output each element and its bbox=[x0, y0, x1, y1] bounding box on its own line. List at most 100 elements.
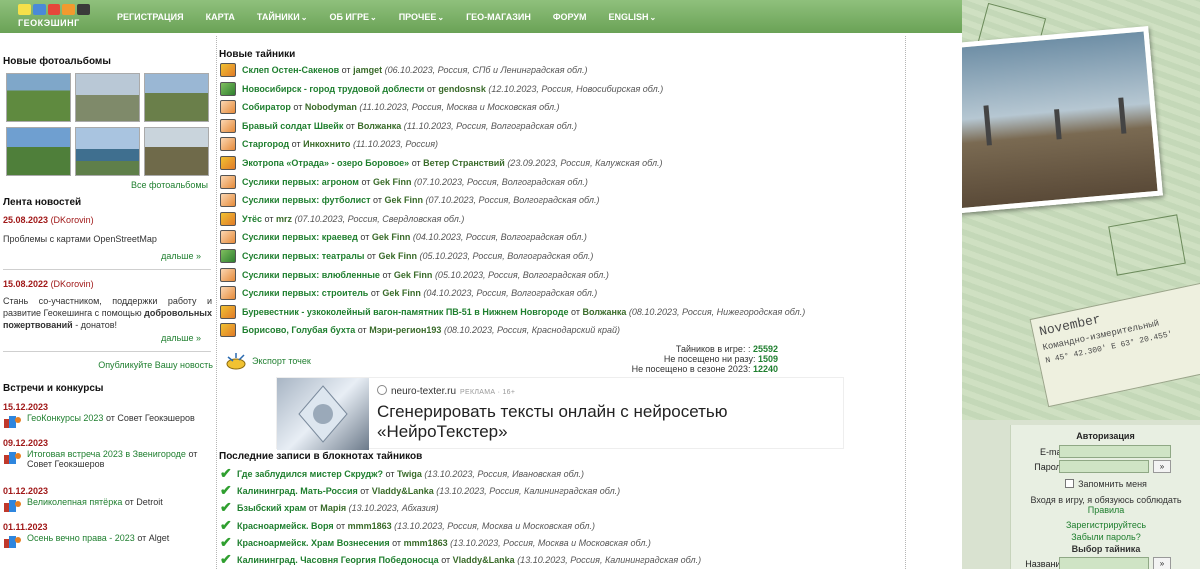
cache-row: Бравый солдат Швейк от Волжанка (11.10.2… bbox=[219, 118, 899, 135]
password-field[interactable] bbox=[1059, 460, 1149, 473]
cache-name-link[interactable]: Борисово, Голубая бухта bbox=[242, 325, 355, 335]
album-thumbnail[interactable] bbox=[144, 73, 209, 122]
stat-value[interactable]: 1509 bbox=[758, 354, 778, 364]
cache-name-link[interactable]: Бравый солдат Швейк bbox=[242, 121, 343, 131]
site-logo[interactable]: ГЕОКЭШИНГ bbox=[18, 4, 90, 30]
log-line: Где заблудился мистер Скрудж? от Twiga (… bbox=[237, 469, 584, 479]
register-link[interactable]: Зарегистрируйтесь bbox=[1011, 520, 1200, 530]
nav-item[interactable]: ОБ ИГРЕ⌄ bbox=[329, 12, 376, 22]
nav-item[interactable]: ТАЙНИКИ⌄ bbox=[257, 12, 308, 22]
cache-name-input[interactable] bbox=[1059, 557, 1149, 569]
album-thumbnail[interactable] bbox=[75, 73, 140, 122]
log-author-link[interactable]: Марiя bbox=[320, 503, 346, 513]
nav-item[interactable]: ПРОЧЕЕ⌄ bbox=[399, 12, 444, 22]
cache-author-link[interactable]: Gek Finn bbox=[373, 177, 412, 187]
stat-label: Не посещено ни разу: bbox=[663, 354, 756, 364]
publish-news-link[interactable]: Опубликуйте Вашу новость bbox=[3, 360, 213, 370]
event-name-link[interactable]: Великолепная пятёрка bbox=[27, 497, 122, 507]
cache-name-link[interactable]: Собиратор bbox=[242, 102, 291, 112]
photo-tower bbox=[1118, 97, 1127, 134]
album-thumbnail[interactable] bbox=[144, 127, 209, 176]
cache-name-link[interactable]: Склеп Остен-Сакенов bbox=[242, 65, 339, 75]
nav-item[interactable]: РЕГИСТРАЦИЯ bbox=[117, 12, 184, 22]
forgot-password-link[interactable]: Забыли пароль? bbox=[1011, 532, 1200, 542]
cache-author-link[interactable]: Мэри-регион193 bbox=[369, 325, 441, 335]
stat-value[interactable]: 25592 bbox=[753, 344, 778, 354]
event-name-link[interactable]: Итоговая встреча 2023 в Звенигороде bbox=[27, 449, 186, 459]
cache-by: от bbox=[382, 269, 392, 280]
log-cache-link[interactable]: Калининград. Мать-Россия bbox=[237, 486, 358, 496]
cache-author-link[interactable]: jamget bbox=[353, 65, 382, 75]
news-author[interactable]: (DKorovin) bbox=[51, 279, 94, 289]
cache-row: Старгород от Инкохнито (11.10.2023, Росс… bbox=[219, 136, 899, 153]
cache-name-link[interactable]: Старгород bbox=[242, 139, 289, 149]
main-nav: РЕГИСТРАЦИЯ КАРТА ТАЙНИКИ⌄ ОБ ИГРЕ⌄ ПРОЧЕЕ⌄ Г… bbox=[106, 0, 667, 33]
cache-author-link[interactable]: Инкохнито bbox=[303, 139, 350, 149]
cache-name-link[interactable]: Суслики первых: строитель bbox=[242, 288, 368, 298]
log-author-link[interactable]: Vladdy&Lanka bbox=[372, 486, 434, 496]
log-row: ✔ Бзыбский храм от Марiя (13.10.2023, Абх… bbox=[219, 500, 899, 517]
remember-row[interactable]: Запомнить меня bbox=[1011, 479, 1200, 489]
news-more-link[interactable]: дальше » bbox=[3, 333, 201, 343]
cache-author-link[interactable]: Gek Finn bbox=[394, 270, 433, 280]
cache-author-link[interactable]: Gek Finn bbox=[382, 288, 421, 298]
event-name-link[interactable]: ГеоКонкурсы 2023 bbox=[27, 413, 103, 423]
cache-name-link[interactable]: Суслики первых: театралы bbox=[242, 251, 364, 261]
cache-author-link[interactable]: Nobodyman bbox=[305, 102, 357, 112]
event-item: ГеоКонкурсы 2023 от Совет Геокэшеров bbox=[3, 413, 213, 435]
nav-item[interactable]: КАРТА bbox=[206, 12, 235, 22]
cache-author-link[interactable]: Волжанка bbox=[357, 121, 401, 131]
cache-author-link[interactable]: mrz bbox=[276, 214, 292, 224]
advertisement-banner[interactable]: neuro-texter.ru РЕКЛАМА · 16+ Сгенерирова… bbox=[276, 377, 844, 450]
cache-name-link[interactable]: Экотропа «Отрада» - озеро Боровое» bbox=[242, 158, 409, 168]
log-author-link[interactable]: mmm1863 bbox=[404, 538, 448, 548]
nav-label: ФОРУМ bbox=[552, 11, 587, 22]
cache-name-link[interactable]: Новосибирск - город трудовой доблести bbox=[242, 84, 424, 94]
cache-author-link[interactable]: Gek Finn bbox=[378, 251, 417, 261]
stat-value[interactable]: 12240 bbox=[753, 364, 778, 374]
log-meta: (13.10.2023, Абхазия) bbox=[348, 503, 439, 514]
log-author-link[interactable]: Twiga bbox=[397, 469, 422, 479]
log-cache-link[interactable]: Калининград. Часовня Георгия Победоносца bbox=[237, 555, 439, 565]
log-cache-link[interactable]: Бзыбский храм bbox=[237, 503, 306, 513]
album-thumbnail[interactable] bbox=[6, 73, 71, 122]
email-field[interactable] bbox=[1059, 445, 1171, 458]
cache-author-link[interactable]: Волжанка bbox=[582, 307, 626, 317]
found-check-icon: ✔ bbox=[220, 516, 232, 533]
auth-title: Авторизация bbox=[1076, 431, 1135, 441]
login-button[interactable]: » bbox=[1153, 460, 1171, 473]
log-cache-link[interactable]: Где заблудился мистер Скрудж? bbox=[237, 469, 383, 479]
all-albums-link[interactable]: Все фотоальбомы bbox=[3, 180, 208, 190]
cache-name-link[interactable]: Буревестник - узкоколейный вагон-памятни… bbox=[242, 307, 569, 317]
cache-name-link[interactable]: Суслики первых: влюбленные bbox=[242, 270, 380, 280]
news-more-link[interactable]: дальше » bbox=[3, 251, 201, 261]
cache-meta: (06.10.2023, Россия, СПб и Ленинградская… bbox=[384, 65, 588, 75]
cache-name-link[interactable]: Суслики первых: агроном bbox=[242, 177, 359, 187]
cache-author-link[interactable]: Ветер Странствий bbox=[423, 158, 505, 168]
nav-item[interactable]: ФОРУМ bbox=[553, 12, 587, 22]
news-author[interactable]: (DKorovin) bbox=[51, 215, 94, 225]
cache-author-link[interactable]: Gek Finn bbox=[372, 232, 411, 242]
cache-name-link[interactable]: Суслики первых: футболист bbox=[242, 195, 371, 205]
cache-author-link[interactable]: gendosnsk bbox=[438, 84, 486, 94]
cache-search-button[interactable]: » bbox=[1153, 557, 1171, 569]
chevron-down-icon: ⌄ bbox=[437, 12, 445, 22]
log-meta: (13.10.2023, Россия, Калининградская обл… bbox=[436, 486, 621, 497]
event-name-link[interactable]: Осень вечно права - 2023 bbox=[27, 533, 135, 543]
album-thumbnail[interactable] bbox=[6, 127, 71, 176]
remember-checkbox[interactable] bbox=[1065, 479, 1075, 488]
cache-name-link[interactable]: Суслики первых: краевед bbox=[242, 232, 358, 242]
nav-item[interactable]: ГЕО-МАГАЗИН bbox=[466, 12, 531, 22]
log-author-link[interactable]: Vladdy&Lanka bbox=[453, 555, 515, 565]
export-points[interactable]: Экспорт точек bbox=[225, 352, 345, 372]
rules-link[interactable]: Правила bbox=[1011, 505, 1200, 515]
log-author-link[interactable]: mmm1863 bbox=[348, 521, 392, 531]
ad-title[interactable]: Сгенерировать тексты онлайн с нейросетью… bbox=[377, 402, 737, 442]
log-cache-link[interactable]: Красноармейск. Воря bbox=[237, 521, 334, 531]
nav-item[interactable]: ENGLISH⌄ bbox=[609, 12, 657, 22]
album-thumbnail[interactable] bbox=[75, 127, 140, 176]
logs-title: Последние записи в блокнотах тайников bbox=[219, 451, 423, 462]
cache-name-link[interactable]: Утёс bbox=[242, 214, 262, 224]
log-cache-link[interactable]: Красноармейск. Храм Вознесения bbox=[237, 538, 390, 548]
cache-author-link[interactable]: Gek Finn bbox=[384, 195, 423, 205]
